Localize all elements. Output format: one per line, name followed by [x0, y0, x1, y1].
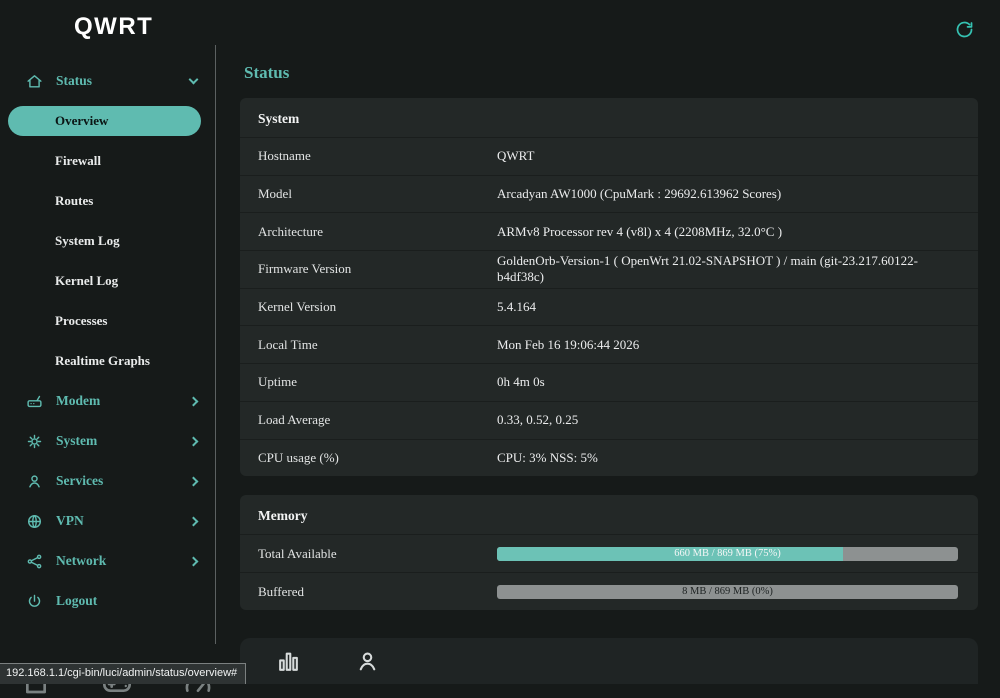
row-value: 0h 4m 0s — [497, 374, 545, 390]
row-label: Buffered — [258, 583, 304, 599]
sidebar-item-processes[interactable]: Processes — [0, 301, 215, 341]
sidebar-item-vpn[interactable]: VPN — [0, 501, 215, 541]
row-label: CPU usage (%) — [258, 449, 339, 465]
sidebar-item-modem[interactable]: Modem — [0, 381, 215, 421]
status-url-tooltip: 192.168.1.1/cgi-bin/luci/admin/status/ov… — [0, 663, 247, 684]
table-row: Load Average 0.33, 0.52, 0.25 — [240, 400, 978, 439]
bar-chart-icon[interactable] — [276, 649, 301, 674]
chevron-right-icon — [188, 556, 199, 566]
page-title: Status — [244, 63, 290, 82]
row-value: GoldenOrb-Version-1 ( OpenWrt 21.02-SNAP… — [497, 253, 918, 285]
table-row: Local Time Mon Feb 16 19:06:44 2026 — [240, 325, 978, 363]
chevron-right-icon — [188, 516, 199, 526]
table-row: Buffered 8 MB / 869 MB (0%) — [240, 572, 978, 610]
system-card-title: System — [258, 111, 300, 126]
sidebar-item-logout[interactable]: Logout — [0, 581, 215, 621]
main-content: Status System Hostname QWRT Model Arcady… — [216, 0, 1000, 684]
sidebar-nav: Status Overview Firewall Routes System L… — [0, 61, 215, 621]
sidebar-item-system[interactable]: System — [0, 421, 215, 461]
row-label: Total Available — [258, 545, 337, 561]
progress-text: 8 MB / 869 MB (0%) — [682, 585, 773, 597]
row-value: ARMv8 Processor rev 4 (v8l) x 4 (2208MHz… — [497, 223, 783, 239]
power-icon — [26, 593, 43, 610]
table-row: Kernel Version 5.4.164 — [240, 287, 978, 326]
row-value: 5.4.164 — [497, 299, 536, 315]
table-row: Architecture ARMv8 Processor rev 4 (v8l)… — [240, 212, 978, 250]
table-row: Hostname QWRT — [240, 137, 978, 175]
row-label: Model — [258, 186, 292, 202]
gear-icon — [26, 433, 43, 450]
row-label: Load Average — [258, 412, 331, 428]
row-label: Local Time — [258, 336, 318, 352]
table-row: Uptime 0h 4m 0s — [240, 363, 978, 401]
row-label: Architecture — [258, 223, 323, 239]
row-value: Arcadyan AW1000 (CpuMark : 29692.613962 … — [497, 186, 782, 202]
chevron-down-icon — [188, 74, 199, 84]
globe-icon — [26, 513, 43, 530]
row-label: Hostname — [258, 148, 311, 164]
sidebar-item-label: VPN — [56, 513, 84, 528]
sidebar-item-overview[interactable]: Overview — [8, 106, 201, 136]
chevron-right-icon — [188, 476, 199, 486]
progress-text: 660 MB / 869 MB (75%) — [674, 547, 781, 559]
row-value: CPU: 3% NSS: 5% — [497, 449, 598, 465]
table-row: Firmware Version GoldenOrb-Version-1 ( O… — [240, 250, 978, 288]
sidebar-item-system-log[interactable]: System Log — [0, 221, 215, 261]
sidebar: QWRT Status Overview Firewall Routes Sys… — [0, 0, 215, 694]
sidebar-item-realtime-graphs[interactable]: Realtime Graphs — [0, 341, 215, 381]
memory-card-title: Memory — [258, 508, 308, 524]
row-value: QWRT — [497, 148, 535, 164]
sidebar-item-label: Logout — [56, 593, 98, 608]
memory-total-progressbar: 660 MB / 869 MB (75%) — [497, 546, 958, 561]
sidebar-item-kernel-log[interactable]: Kernel Log — [0, 261, 215, 301]
sidebar-item-label: Network — [56, 553, 107, 568]
row-value: Mon Feb 16 19:06:44 2026 — [497, 336, 640, 352]
sidebar-item-services[interactable]: Services — [0, 461, 215, 501]
sidebar-item-routes[interactable]: Routes — [0, 181, 215, 221]
modem-icon — [26, 393, 43, 410]
chevron-right-icon — [188, 396, 199, 406]
sidebar-item-label: Services — [56, 473, 104, 488]
table-row: CPU usage (%) CPU: 3% NSS: 5% — [240, 438, 978, 477]
sidebar-item-status[interactable]: Status — [0, 61, 215, 101]
network-icon — [26, 553, 43, 570]
account-icon[interactable] — [355, 649, 380, 674]
home-icon — [26, 73, 43, 90]
row-label: Kernel Version — [258, 299, 337, 315]
row-label: Firmware Version — [258, 261, 352, 277]
app-logo: QWRT — [74, 13, 154, 40]
row-value: 0.33, 0.52, 0.25 — [497, 412, 579, 428]
sidebar-item-label: Status — [56, 73, 93, 88]
footer-quickbar — [240, 638, 978, 684]
user-icon — [26, 473, 43, 490]
table-row: Total Available 660 MB / 869 MB (75%) — [240, 534, 978, 572]
table-row: Model Arcadyan AW1000 (CpuMark : 29692.6… — [240, 174, 978, 213]
chevron-right-icon — [188, 436, 199, 446]
sidebar-item-network[interactable]: Network — [0, 541, 215, 581]
sidebar-item-label: System — [56, 433, 98, 448]
memory-buffered-progressbar: 8 MB / 869 MB (0%) — [497, 584, 958, 599]
sidebar-item-firewall[interactable]: Firewall — [0, 141, 215, 181]
memory-card: Memory Total Available 660 MB / 869 MB (… — [240, 495, 978, 611]
sidebar-item-label: Modem — [56, 393, 101, 408]
system-card: System Hostname QWRT Model Arcadyan AW10… — [240, 98, 978, 477]
row-label: Uptime — [258, 374, 297, 390]
